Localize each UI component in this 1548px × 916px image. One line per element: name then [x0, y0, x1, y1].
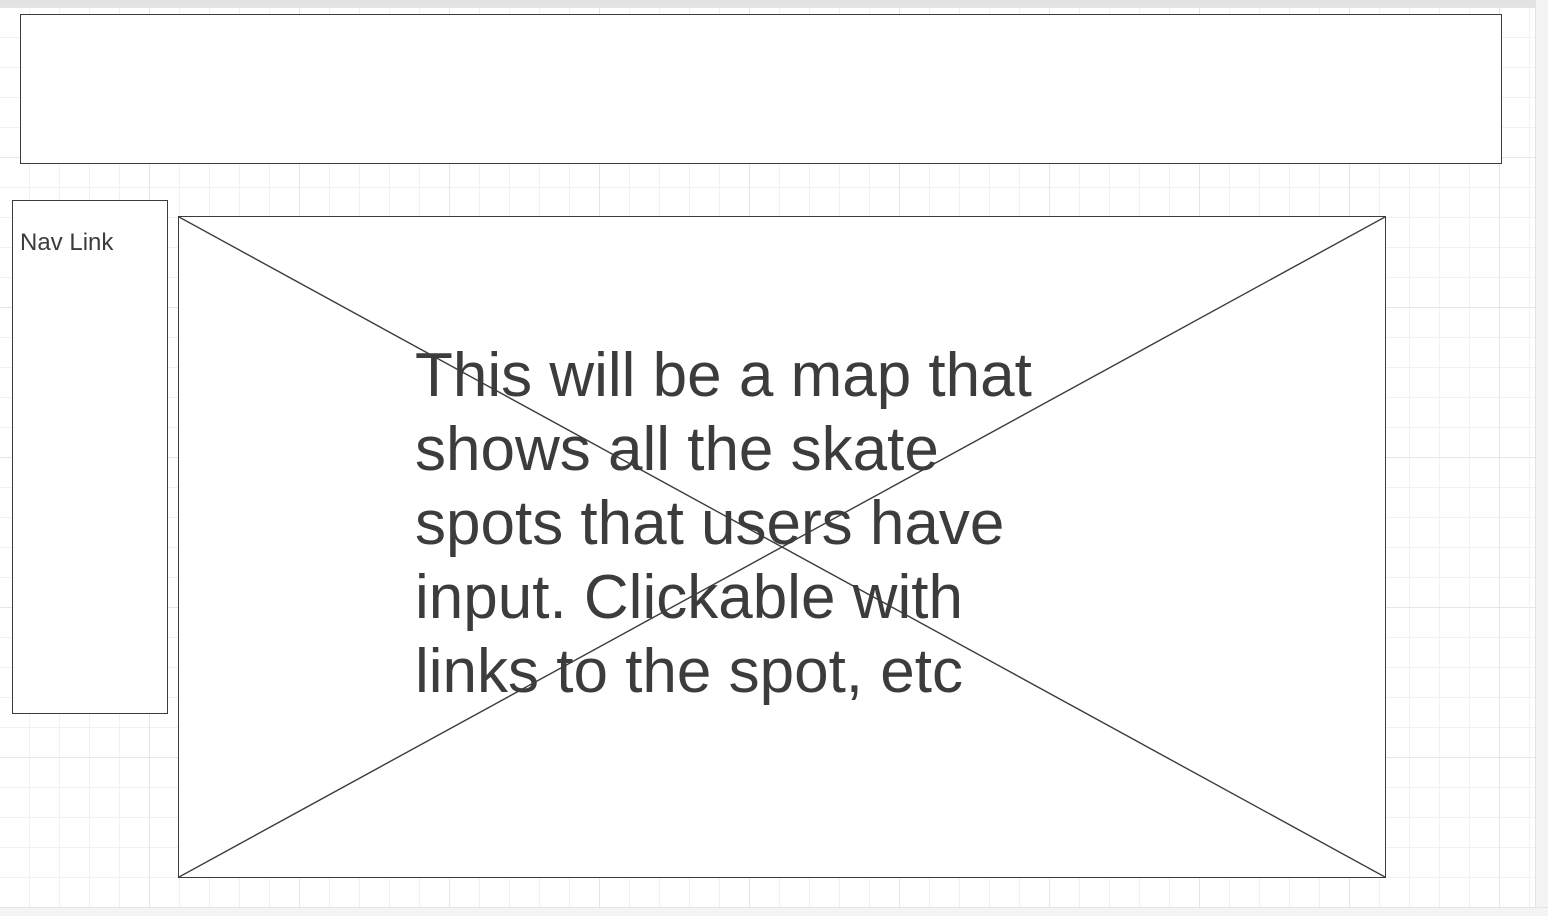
- nav-link[interactable]: Nav Link: [20, 229, 113, 257]
- map-description: This will be a map that shows all the sk…: [415, 341, 1032, 706]
- header-placeholder[interactable]: [20, 14, 1502, 164]
- nav-sidebar[interactable]: Nav Link: [12, 200, 168, 714]
- right-scrollbar[interactable]: [1535, 0, 1548, 916]
- wireframe-canvas: Nav Link This will be a map that shows a…: [0, 0, 1548, 916]
- top-scroll-gutter: [0, 0, 1548, 7]
- map-placeholder[interactable]: This will be a map that shows all the sk…: [178, 216, 1386, 878]
- bottom-scrollbar[interactable]: [0, 907, 1548, 916]
